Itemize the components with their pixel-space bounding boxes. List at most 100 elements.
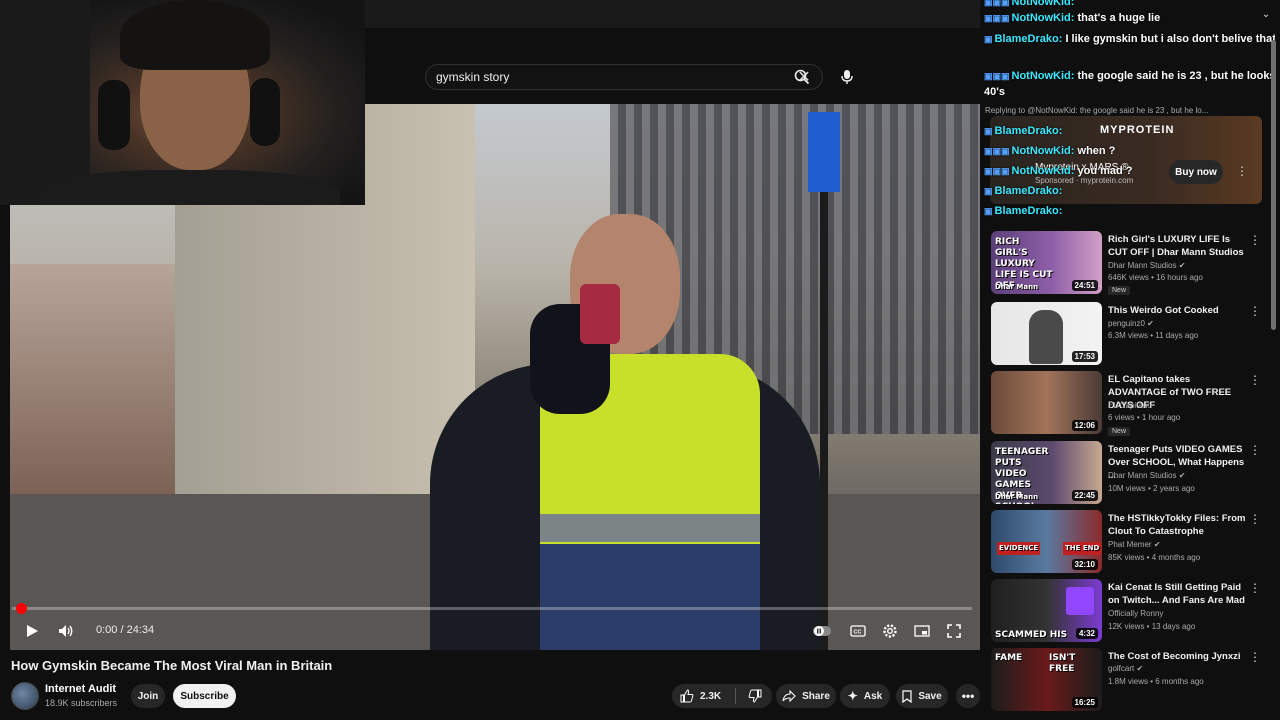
- more-actions-button[interactable]: •••: [956, 684, 980, 708]
- ask-button[interactable]: ✦ Ask: [840, 684, 890, 708]
- like-button[interactable]: 2.3K: [680, 689, 721, 703]
- recommendation-channel[interactable]: Phat Memer ✔: [1108, 540, 1161, 549]
- search-box[interactable]: gymskin story ✕: [425, 64, 823, 90]
- svg-text:CC: CC: [854, 630, 862, 636]
- chat-user: NotNowKid:: [1011, 12, 1075, 24]
- search-button[interactable]: [787, 64, 817, 90]
- recommendation-channel[interactable]: Dhar Mann Studios ✔: [1108, 471, 1185, 480]
- thumbnail-figure: [1029, 310, 1063, 364]
- recommendation-title[interactable]: This Weirdo Got Cooked: [1108, 304, 1246, 317]
- voice-search-button[interactable]: [832, 64, 862, 90]
- scrollbar[interactable]: [1271, 40, 1276, 330]
- recommendation-thumbnail[interactable]: 12:06: [991, 371, 1102, 434]
- captions-icon: CC: [850, 625, 866, 637]
- save-button[interactable]: Save: [896, 684, 948, 708]
- recommendation-channel[interactable]: golfcart ✔: [1108, 664, 1143, 673]
- chat-message: ▣▣▣ NotNowKid: that's a huge lie: [984, 10, 1160, 26]
- captions-button[interactable]: CC: [848, 621, 868, 641]
- subscribe-button[interactable]: Subscribe: [173, 684, 236, 708]
- chat-user: BlameDrako:: [994, 125, 1063, 137]
- more-vertical-icon[interactable]: ⋮: [1249, 581, 1261, 595]
- chat-user: NotNowKid:: [1011, 165, 1075, 177]
- save-label: Save: [918, 690, 942, 702]
- recommendation-item[interactable]: RICH GIRL'S LUXURY LIFE IS CUT OFF Dhar …: [991, 231, 1275, 297]
- channel-name-text: Phat Memer: [1108, 540, 1152, 549]
- chat-text: I like gymskin but i also don't belive t…: [1065, 33, 1275, 45]
- fullscreen-button[interactable]: [944, 621, 964, 641]
- chat-badges-icon: ▣▣▣: [984, 146, 1010, 156]
- subscriber-count: 18.9K subscribers: [45, 698, 118, 708]
- chat-message: ▣▣▣ NotNowKid: you mad ?: [984, 163, 1133, 179]
- recommendation-title[interactable]: The HSTikkyTokky Files: From Clout To Ca…: [1108, 512, 1246, 538]
- chat-user: NotNowKid:: [1011, 145, 1075, 157]
- thumbnail-subtext: Dhar Mann: [995, 493, 1039, 501]
- recommendation-thumbnail[interactable]: FAME ISN'T FREE 16:25: [991, 648, 1102, 711]
- new-badge: New: [1108, 427, 1131, 436]
- recommendation-title[interactable]: Rich Girl's LUXURY LIFE Is CUT OFF | Dha…: [1108, 233, 1246, 259]
- miniplayer-icon: [914, 625, 930, 637]
- volume-button[interactable]: [56, 621, 76, 641]
- recommendation-item[interactable]: SCAMMED HIS 4:32 Kai Cenat Is Still Gett…: [991, 579, 1275, 645]
- recommendation-channel[interactable]: Officially Ronny: [1108, 609, 1163, 618]
- time-display: 0:00 / 24:34: [96, 624, 155, 636]
- chat-message: ▣▣▣ NotNowKid: the google said he is 23 ,…: [984, 68, 1275, 100]
- recommendation-item[interactable]: 12:06 EL Capitano takes ADVANTAGE of TWO…: [991, 371, 1275, 437]
- autoplay-toggle[interactable]: [812, 621, 832, 641]
- recommendation-thumbnail[interactable]: EVIDENCE THE END 32:10: [991, 510, 1102, 573]
- bookmark-icon: [902, 689, 912, 703]
- webcam-background: [0, 0, 90, 205]
- recommendation-channel[interactable]: EL Capitano: [1108, 401, 1152, 410]
- share-button[interactable]: Share: [776, 684, 836, 708]
- more-vertical-icon[interactable]: ⋮: [1249, 650, 1261, 664]
- chat-message: ▣ BlameDrako: I like gymskin but i also d…: [984, 31, 1275, 47]
- channel-avatar[interactable]: [11, 682, 39, 710]
- recommendation-title[interactable]: The Cost of Becoming Jynxzi: [1108, 650, 1246, 663]
- join-button[interactable]: Join: [131, 684, 165, 708]
- chat-badges-icon: ▣▣▣: [984, 0, 1010, 7]
- play-button[interactable]: [22, 621, 42, 641]
- miniplayer-button[interactable]: [912, 621, 932, 641]
- chat-text: when ?: [1077, 145, 1116, 157]
- recommendation-channel[interactable]: penguinz0 ✔: [1108, 319, 1154, 328]
- recommendation-thumbnail[interactable]: RICH GIRL'S LUXURY LIFE IS CUT OFF Dhar …: [991, 231, 1102, 294]
- search-input[interactable]: gymskin story: [436, 70, 796, 84]
- recommendation-meta: 6.3M views • 11 days ago: [1108, 331, 1199, 340]
- chat-text: that's a huge lie: [1077, 12, 1161, 24]
- thumbnail-subtext: ISN'T FREE: [1049, 653, 1076, 674]
- progress-bar[interactable]: [12, 603, 972, 614]
- recommendation-title[interactable]: Kai Cenat Is Still Getting Paid on Twitc…: [1108, 581, 1246, 607]
- headphones-right: [250, 78, 280, 146]
- thumbs-up-icon: [680, 689, 694, 703]
- video-duration: 32:10: [1071, 559, 1098, 570]
- verified-icon: ✔: [1147, 319, 1154, 328]
- chevron-down-icon[interactable]: ⌄: [1258, 6, 1274, 22]
- person-vest-lower: [540, 544, 760, 650]
- more-vertical-icon[interactable]: ⋮: [1249, 443, 1261, 457]
- recommendation-item[interactable]: FAME ISN'T FREE 16:25 The Cost of Becomi…: [991, 648, 1275, 714]
- recommendation-channel[interactable]: Dhar Mann Studios ✔: [1108, 261, 1185, 270]
- recommendation-item[interactable]: TEENAGER PUTS VIDEO GAMES OVER SCHOOL Dh…: [991, 441, 1275, 507]
- chat-text: you mad ?: [1077, 165, 1133, 177]
- recommendation-thumbnail[interactable]: 17:53: [991, 302, 1102, 365]
- video-duration: 4:32: [1075, 628, 1098, 639]
- recommendation-thumbnail[interactable]: TEENAGER PUTS VIDEO GAMES OVER SCHOOL Dh…: [991, 441, 1102, 504]
- recommendation-thumbnail[interactable]: SCAMMED HIS 4:32: [991, 579, 1102, 642]
- more-vertical-icon[interactable]: ⋮: [1249, 304, 1261, 318]
- settings-button[interactable]: [880, 621, 900, 641]
- ask-label: Ask: [863, 690, 883, 702]
- settings-icon: [883, 624, 897, 638]
- thumbnail-text: SCAMMED HIS: [995, 630, 1068, 640]
- top-strip: [365, 0, 980, 28]
- more-vertical-icon[interactable]: ⋮: [1249, 512, 1261, 526]
- thumbnail-text: FAME: [995, 653, 1023, 663]
- recommendation-item[interactable]: EVIDENCE THE END 32:10 The HSTikkyTokky …: [991, 510, 1275, 576]
- dislike-button[interactable]: [748, 689, 762, 703]
- chat-badges-icon: ▣▣▣: [984, 71, 1010, 81]
- progress-scrubber[interactable]: [16, 603, 27, 614]
- more-vertical-icon[interactable]: ⋮: [1249, 233, 1261, 247]
- more-vertical-icon[interactable]: ⋮: [1249, 373, 1261, 387]
- recommendation-item[interactable]: 17:53 This Weirdo Got Cooked penguinz0 ✔…: [991, 302, 1275, 368]
- new-badge: New: [1108, 286, 1131, 295]
- twitch-logo-icon: [1066, 587, 1094, 615]
- channel-name[interactable]: Internet Audit: [45, 683, 116, 695]
